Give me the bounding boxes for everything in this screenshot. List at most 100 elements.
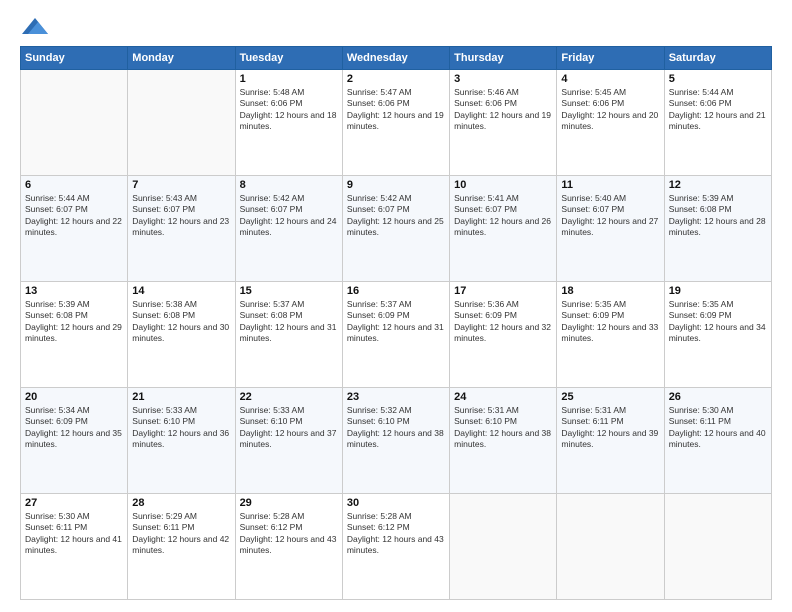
logo-icon [22, 18, 48, 34]
cell-info: Sunrise: 5:42 AMSunset: 6:07 PMDaylight:… [347, 193, 445, 239]
week-row-4: 20Sunrise: 5:34 AMSunset: 6:09 PMDayligh… [21, 387, 772, 493]
cell-info: Sunrise: 5:46 AMSunset: 6:06 PMDaylight:… [454, 87, 552, 133]
col-header-saturday: Saturday [664, 46, 771, 69]
week-row-1: 1 Sunrise: 5:48 AMSunset: 6:06 PMDaylight… [21, 69, 772, 175]
day-number: 13 [25, 285, 123, 297]
calendar-table: SundayMondayTuesdayWednesdayThursdayFrid… [20, 46, 772, 600]
calendar-cell: 25 Sunrise: 5:31 AMSunset: 6:11 PMDayligh… [557, 387, 664, 493]
calendar-cell: 22 Sunrise: 5:33 AMSunset: 6:10 PMDayligh… [235, 387, 342, 493]
col-header-thursday: Thursday [450, 46, 557, 69]
calendar-cell: 18 Sunrise: 5:35 AMSunset: 6:09 PMDayligh… [557, 281, 664, 387]
cell-info: Sunrise: 5:45 AMSunset: 6:06 PMDaylight:… [561, 87, 659, 133]
cell-info: Sunrise: 5:30 AMSunset: 6:11 PMDaylight:… [25, 511, 123, 557]
calendar-cell: 4Sunrise: 5:45 AMSunset: 6:06 PMDaylight… [557, 69, 664, 175]
day-number: 7 [132, 179, 230, 191]
cell-info: Sunrise: 5:48 AMSunset: 6:06 PMDaylight:… [240, 87, 338, 133]
cell-info: Sunrise: 5:37 AMSunset: 6:09 PMDaylight:… [347, 299, 445, 345]
calendar-cell [557, 493, 664, 599]
header [20, 16, 772, 36]
calendar-cell: 12 Sunrise: 5:39 AMSunset: 6:08 PMDayligh… [664, 175, 771, 281]
col-header-wednesday: Wednesday [342, 46, 449, 69]
day-number: 9 [347, 179, 445, 191]
cell-info: Sunrise: 5:41 AMSunset: 6:07 PMDaylight:… [454, 193, 552, 239]
calendar-cell: 27 Sunrise: 5:30 AMSunset: 6:11 PMDayligh… [21, 493, 128, 599]
day-number: 21 [132, 391, 230, 403]
day-number: 14 [132, 285, 230, 297]
day-number: 15 [240, 285, 338, 297]
cell-info: Sunrise: 5:44 AMSunset: 6:06 PMDaylight:… [669, 87, 767, 133]
calendar-cell: 28Sunrise: 5:29 AMSunset: 6:11 PMDayligh… [128, 493, 235, 599]
calendar-cell [128, 69, 235, 175]
day-number: 19 [669, 285, 767, 297]
cell-info: Sunrise: 5:28 AMSunset: 6:12 PMDaylight:… [240, 511, 338, 557]
cell-info: Sunrise: 5:38 AMSunset: 6:08 PMDaylight:… [132, 299, 230, 345]
day-number: 17 [454, 285, 552, 297]
week-row-5: 27 Sunrise: 5:30 AMSunset: 6:11 PMDayligh… [21, 493, 772, 599]
cell-info: Sunrise: 5:31 AMSunset: 6:11 PMDaylight:… [561, 405, 659, 451]
cell-info: Sunrise: 5:47 AMSunset: 6:06 PMDaylight:… [347, 87, 445, 133]
day-number: 28 [132, 497, 230, 509]
calendar-cell: 30 Sunrise: 5:28 AMSunset: 6:12 PMDayligh… [342, 493, 449, 599]
calendar-cell: 17 Sunrise: 5:36 AMSunset: 6:09 PMDayligh… [450, 281, 557, 387]
day-number: 22 [240, 391, 338, 403]
day-number: 26 [669, 391, 767, 403]
cell-info: Sunrise: 5:44 AMSunset: 6:07 PMDaylight:… [25, 193, 123, 239]
page: SundayMondayTuesdayWednesdayThursdayFrid… [0, 0, 792, 612]
cell-info: Sunrise: 5:39 AMSunset: 6:08 PMDaylight:… [669, 193, 767, 239]
day-number: 3 [454, 73, 552, 85]
day-number: 6 [25, 179, 123, 191]
calendar-cell: 8 Sunrise: 5:42 AMSunset: 6:07 PMDaylight… [235, 175, 342, 281]
day-number: 27 [25, 497, 123, 509]
cell-info: Sunrise: 5:40 AMSunset: 6:07 PMDaylight:… [561, 193, 659, 239]
cell-info: Sunrise: 5:32 AMSunset: 6:10 PMDaylight:… [347, 405, 445, 451]
col-header-friday: Friday [557, 46, 664, 69]
day-number: 30 [347, 497, 445, 509]
logo [20, 16, 48, 36]
calendar-cell: 11 Sunrise: 5:40 AMSunset: 6:07 PMDayligh… [557, 175, 664, 281]
day-number: 10 [454, 179, 552, 191]
week-row-2: 6 Sunrise: 5:44 AMSunset: 6:07 PMDaylight… [21, 175, 772, 281]
calendar-cell: 13 Sunrise: 5:39 AMSunset: 6:08 PMDayligh… [21, 281, 128, 387]
calendar-cell: 26Sunrise: 5:30 AMSunset: 6:11 PMDayligh… [664, 387, 771, 493]
calendar-cell: 9 Sunrise: 5:42 AMSunset: 6:07 PMDaylight… [342, 175, 449, 281]
day-number: 8 [240, 179, 338, 191]
day-number: 24 [454, 391, 552, 403]
cell-info: Sunrise: 5:35 AMSunset: 6:09 PMDaylight:… [669, 299, 767, 345]
calendar-cell: 16Sunrise: 5:37 AMSunset: 6:09 PMDayligh… [342, 281, 449, 387]
calendar-cell: 5 Sunrise: 5:44 AMSunset: 6:06 PMDaylight… [664, 69, 771, 175]
day-number: 12 [669, 179, 767, 191]
cell-info: Sunrise: 5:35 AMSunset: 6:09 PMDaylight:… [561, 299, 659, 345]
cell-info: Sunrise: 5:37 AMSunset: 6:08 PMDaylight:… [240, 299, 338, 345]
col-header-tuesday: Tuesday [235, 46, 342, 69]
cell-info: Sunrise: 5:34 AMSunset: 6:09 PMDaylight:… [25, 405, 123, 451]
day-number: 2 [347, 73, 445, 85]
calendar-cell [450, 493, 557, 599]
cell-info: Sunrise: 5:33 AMSunset: 6:10 PMDaylight:… [240, 405, 338, 451]
cell-info: Sunrise: 5:28 AMSunset: 6:12 PMDaylight:… [347, 511, 445, 557]
cell-info: Sunrise: 5:42 AMSunset: 6:07 PMDaylight:… [240, 193, 338, 239]
day-number: 5 [669, 73, 767, 85]
calendar-cell: 29 Sunrise: 5:28 AMSunset: 6:12 PMDayligh… [235, 493, 342, 599]
calendar-cell: 14 Sunrise: 5:38 AMSunset: 6:08 PMDayligh… [128, 281, 235, 387]
day-number: 23 [347, 391, 445, 403]
calendar-cell: 7Sunrise: 5:43 AMSunset: 6:07 PMDaylight… [128, 175, 235, 281]
col-header-monday: Monday [128, 46, 235, 69]
day-number: 11 [561, 179, 659, 191]
day-number: 29 [240, 497, 338, 509]
calendar-cell: 15 Sunrise: 5:37 AMSunset: 6:08 PMDayligh… [235, 281, 342, 387]
calendar-cell: 23 Sunrise: 5:32 AMSunset: 6:10 PMDayligh… [342, 387, 449, 493]
cell-info: Sunrise: 5:39 AMSunset: 6:08 PMDaylight:… [25, 299, 123, 345]
cell-info: Sunrise: 5:36 AMSunset: 6:09 PMDaylight:… [454, 299, 552, 345]
day-number: 25 [561, 391, 659, 403]
col-header-sunday: Sunday [21, 46, 128, 69]
calendar-cell [21, 69, 128, 175]
calendar-cell: 10 Sunrise: 5:41 AMSunset: 6:07 PMDayligh… [450, 175, 557, 281]
calendar-cell: 2 Sunrise: 5:47 AMSunset: 6:06 PMDaylight… [342, 69, 449, 175]
calendar-cell [664, 493, 771, 599]
calendar-cell: 1 Sunrise: 5:48 AMSunset: 6:06 PMDaylight… [235, 69, 342, 175]
calendar-cell: 3 Sunrise: 5:46 AMSunset: 6:06 PMDaylight… [450, 69, 557, 175]
week-row-3: 13 Sunrise: 5:39 AMSunset: 6:08 PMDayligh… [21, 281, 772, 387]
day-number: 18 [561, 285, 659, 297]
day-number: 1 [240, 73, 338, 85]
calendar-cell: 6 Sunrise: 5:44 AMSunset: 6:07 PMDaylight… [21, 175, 128, 281]
